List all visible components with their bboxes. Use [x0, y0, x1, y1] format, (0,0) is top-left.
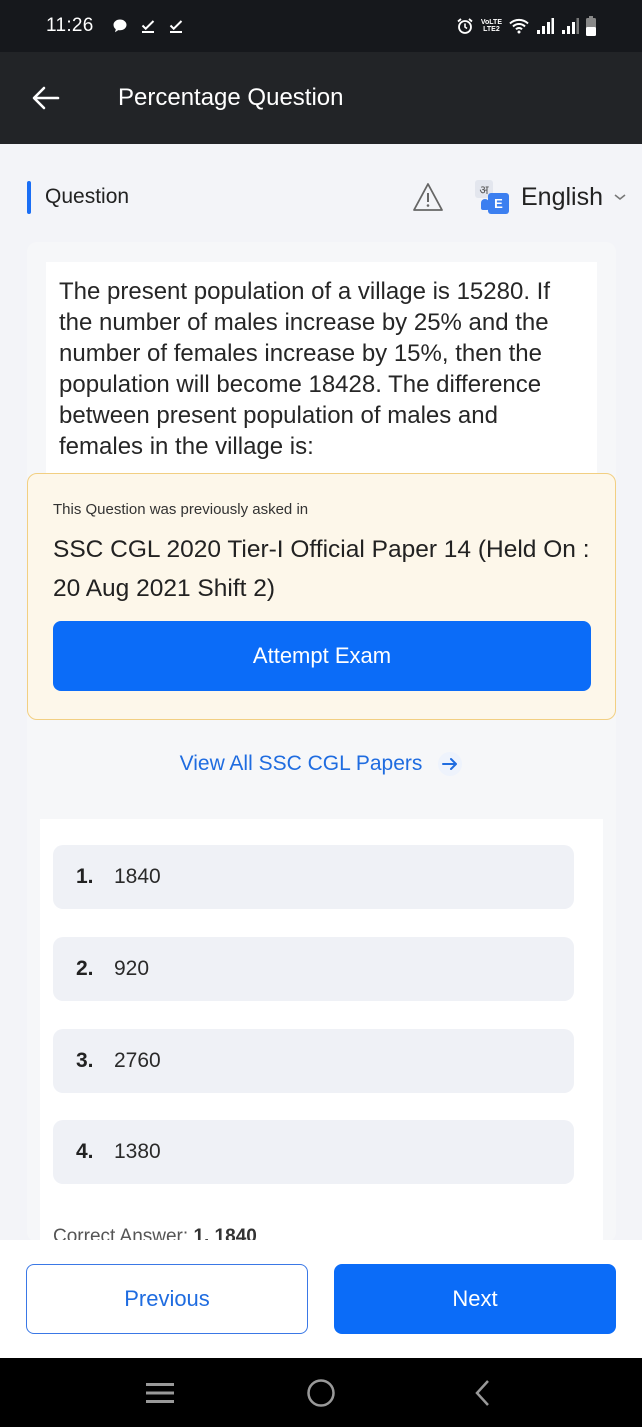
- report-button[interactable]: [411, 180, 445, 214]
- option-value: 1380: [114, 1140, 161, 1163]
- question-header: Question अ E English: [27, 172, 627, 222]
- notification-icons: [112, 18, 184, 34]
- back-button[interactable]: [26, 78, 66, 118]
- language-label: English: [521, 182, 603, 211]
- volte-lte2-icon: VoLTE LTE2: [480, 19, 502, 33]
- download-done-icon: [140, 18, 156, 34]
- option-number: 2.: [76, 957, 94, 980]
- chat-bubble-icon: [112, 18, 128, 34]
- bottom-action-bar: Previous Next: [0, 1240, 642, 1358]
- system-icons: VoLTE LTE2: [456, 16, 596, 36]
- attempt-exam-button[interactable]: Attempt Exam: [53, 621, 591, 691]
- page-title: Percentage Question: [118, 84, 344, 111]
- view-all-papers-link[interactable]: View All SSC CGL Papers: [0, 752, 642, 776]
- back-nav-button[interactable]: [452, 1368, 512, 1418]
- options-panel: 1. 1840 2. 920 3. 2760 4. 1380: [40, 819, 603, 1249]
- option-3[interactable]: 3. 2760: [53, 1029, 574, 1093]
- recent-apps-button[interactable]: [130, 1368, 190, 1418]
- previously-asked-label: This Question was previously asked in: [53, 501, 309, 518]
- option-value: 2760: [114, 1049, 161, 1072]
- back-icon: [474, 1379, 489, 1406]
- chevron-down-icon: [613, 192, 627, 202]
- status-bar: 11:26 VoLTE LTE2: [0, 0, 642, 52]
- warning-triangle-icon: [413, 183, 443, 211]
- paper-title: SSC CGL 2020 Tier-I Official Paper 14 (H…: [53, 536, 590, 602]
- option-number: 1.: [76, 865, 94, 888]
- option-value: 1840: [114, 865, 161, 888]
- question-box: The present population of a village is 1…: [46, 262, 597, 476]
- battery-icon: [586, 16, 596, 36]
- next-button[interactable]: Next: [334, 1264, 616, 1334]
- header-actions: अ E English: [411, 180, 627, 214]
- arrow-left-icon: [32, 86, 60, 110]
- previous-button[interactable]: Previous: [26, 1264, 308, 1334]
- language-selector[interactable]: अ E English: [475, 180, 627, 214]
- previously-asked-box: This Question was previously asked in SS…: [27, 473, 616, 720]
- status-time: 11:26: [46, 15, 94, 36]
- view-all-label: View All SSC CGL Papers: [179, 752, 423, 775]
- home-icon: [307, 1378, 335, 1407]
- arrow-right-icon: [438, 752, 463, 776]
- signal-sim1-icon: [536, 18, 554, 34]
- english-glyph: E: [488, 193, 509, 214]
- app-bar: Percentage Question: [0, 52, 642, 144]
- accent-bar: [27, 180, 31, 214]
- translate-icon: अ E: [475, 180, 509, 214]
- option-1[interactable]: 1. 1840: [53, 845, 574, 909]
- download-done-icon: [168, 18, 184, 34]
- wifi-icon: [509, 18, 529, 34]
- system-nav-bar: [0, 1358, 642, 1427]
- home-button[interactable]: [291, 1368, 351, 1418]
- alarm-icon: [456, 17, 474, 35]
- section-title: Question: [45, 185, 130, 208]
- option-2[interactable]: 2. 920: [53, 937, 574, 1001]
- signal-sim2-icon: [561, 18, 579, 34]
- option-4[interactable]: 4. 1380: [53, 1120, 574, 1184]
- option-value: 920: [114, 957, 150, 980]
- question-text: The present population of a village is 1…: [59, 278, 550, 460]
- option-number: 3.: [76, 1049, 94, 1072]
- recent-apps-icon: [146, 1382, 175, 1403]
- option-number: 4.: [76, 1140, 94, 1163]
